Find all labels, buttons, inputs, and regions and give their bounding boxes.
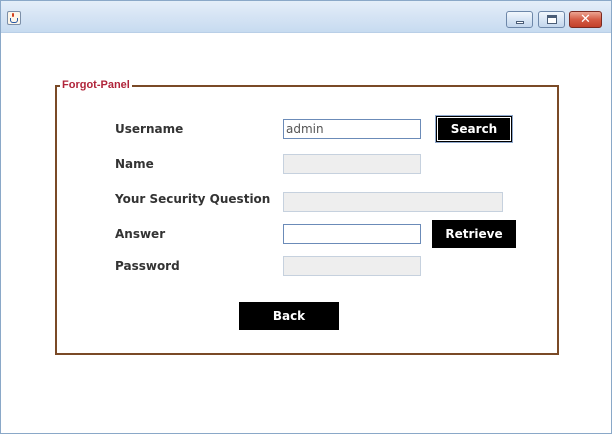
username-field[interactable] xyxy=(283,119,421,139)
cup-steam xyxy=(12,13,14,17)
maximize-button[interactable] xyxy=(538,11,565,28)
minimize-button[interactable] xyxy=(506,11,533,28)
title-bar[interactable]: ✕ xyxy=(1,1,611,33)
answer-label: Answer xyxy=(115,227,166,241)
java-cup-icon[interactable] xyxy=(7,11,21,25)
back-button[interactable]: Back xyxy=(239,302,339,330)
search-button[interactable]: Search xyxy=(436,116,512,142)
app-window: ✕ Forgot-Panel Username Search Name Your… xyxy=(0,0,612,434)
username-label: Username xyxy=(115,122,184,136)
answer-field[interactable] xyxy=(283,224,421,244)
name-field xyxy=(283,154,421,174)
name-label: Name xyxy=(115,157,154,171)
content-area: Forgot-Panel Username Search Name Your S… xyxy=(6,33,607,430)
security-question-label: Your Security Question xyxy=(115,192,271,206)
security-question-field xyxy=(283,192,503,212)
password-field xyxy=(283,256,421,276)
close-icon: ✕ xyxy=(580,12,591,27)
cup-body xyxy=(10,18,18,23)
minimize-icon xyxy=(516,21,524,24)
panel-title: Forgot-Panel xyxy=(60,78,132,92)
retrieve-button[interactable]: Retrieve xyxy=(432,220,516,248)
close-button[interactable]: ✕ xyxy=(569,11,602,28)
maximize-icon xyxy=(547,15,557,24)
password-label: Password xyxy=(115,259,180,273)
